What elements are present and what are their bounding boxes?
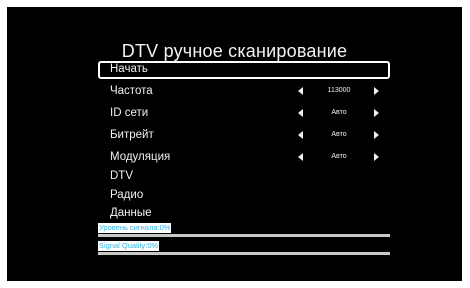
- signal-level-label: Уровень сигнала:0%: [98, 223, 172, 233]
- frequency-label: Частота: [110, 85, 153, 97]
- arrow-left-icon[interactable]: [298, 153, 303, 161]
- radio-label: Радио: [110, 189, 144, 201]
- modulation-value: Авто: [331, 153, 347, 160]
- menu-item-network-id[interactable]: ID сети Авто: [98, 105, 390, 123]
- start-label: Начать: [110, 63, 148, 75]
- network-id-value: Авто: [331, 109, 347, 116]
- arrow-right-icon[interactable]: [374, 109, 379, 117]
- bitrate-label: Битрейт: [110, 129, 154, 141]
- menu-item-bitrate[interactable]: Битрейт Авто: [98, 127, 390, 145]
- bitrate-value: Авто: [331, 131, 347, 138]
- menu-item-dtv[interactable]: DTV: [98, 168, 390, 186]
- page-title: DTV ручное сканирование: [121, 41, 348, 61]
- dtv-label: DTV: [110, 170, 133, 182]
- arrow-right-icon[interactable]: [374, 153, 379, 161]
- menu-item-radio[interactable]: Радио: [98, 187, 390, 205]
- arrow-right-icon[interactable]: [374, 87, 379, 95]
- arrow-left-icon[interactable]: [298, 109, 303, 117]
- arrow-right-icon[interactable]: [374, 131, 379, 139]
- tv-screen: DTV ручное сканирование Начать Частота 1…: [7, 7, 462, 281]
- arrow-left-icon[interactable]: [298, 131, 303, 139]
- arrow-left-icon[interactable]: [298, 87, 303, 95]
- signal-quality-label: Signal Quality:0%: [98, 241, 160, 251]
- network-id-label: ID сети: [110, 107, 149, 119]
- data-label: Данные: [110, 207, 152, 219]
- frequency-value: 113000: [327, 87, 351, 94]
- signal-level-bar: [98, 234, 390, 237]
- signal-quality-bar: [98, 252, 390, 255]
- modulation-label: Модуляция: [110, 151, 171, 163]
- menu-item-frequency[interactable]: Частота 113000: [98, 83, 390, 101]
- menu-item-data[interactable]: Данные: [98, 205, 390, 223]
- menu-item-start[interactable]: Начать: [98, 61, 390, 79]
- menu-item-modulation[interactable]: Модуляция Авто: [98, 149, 390, 167]
